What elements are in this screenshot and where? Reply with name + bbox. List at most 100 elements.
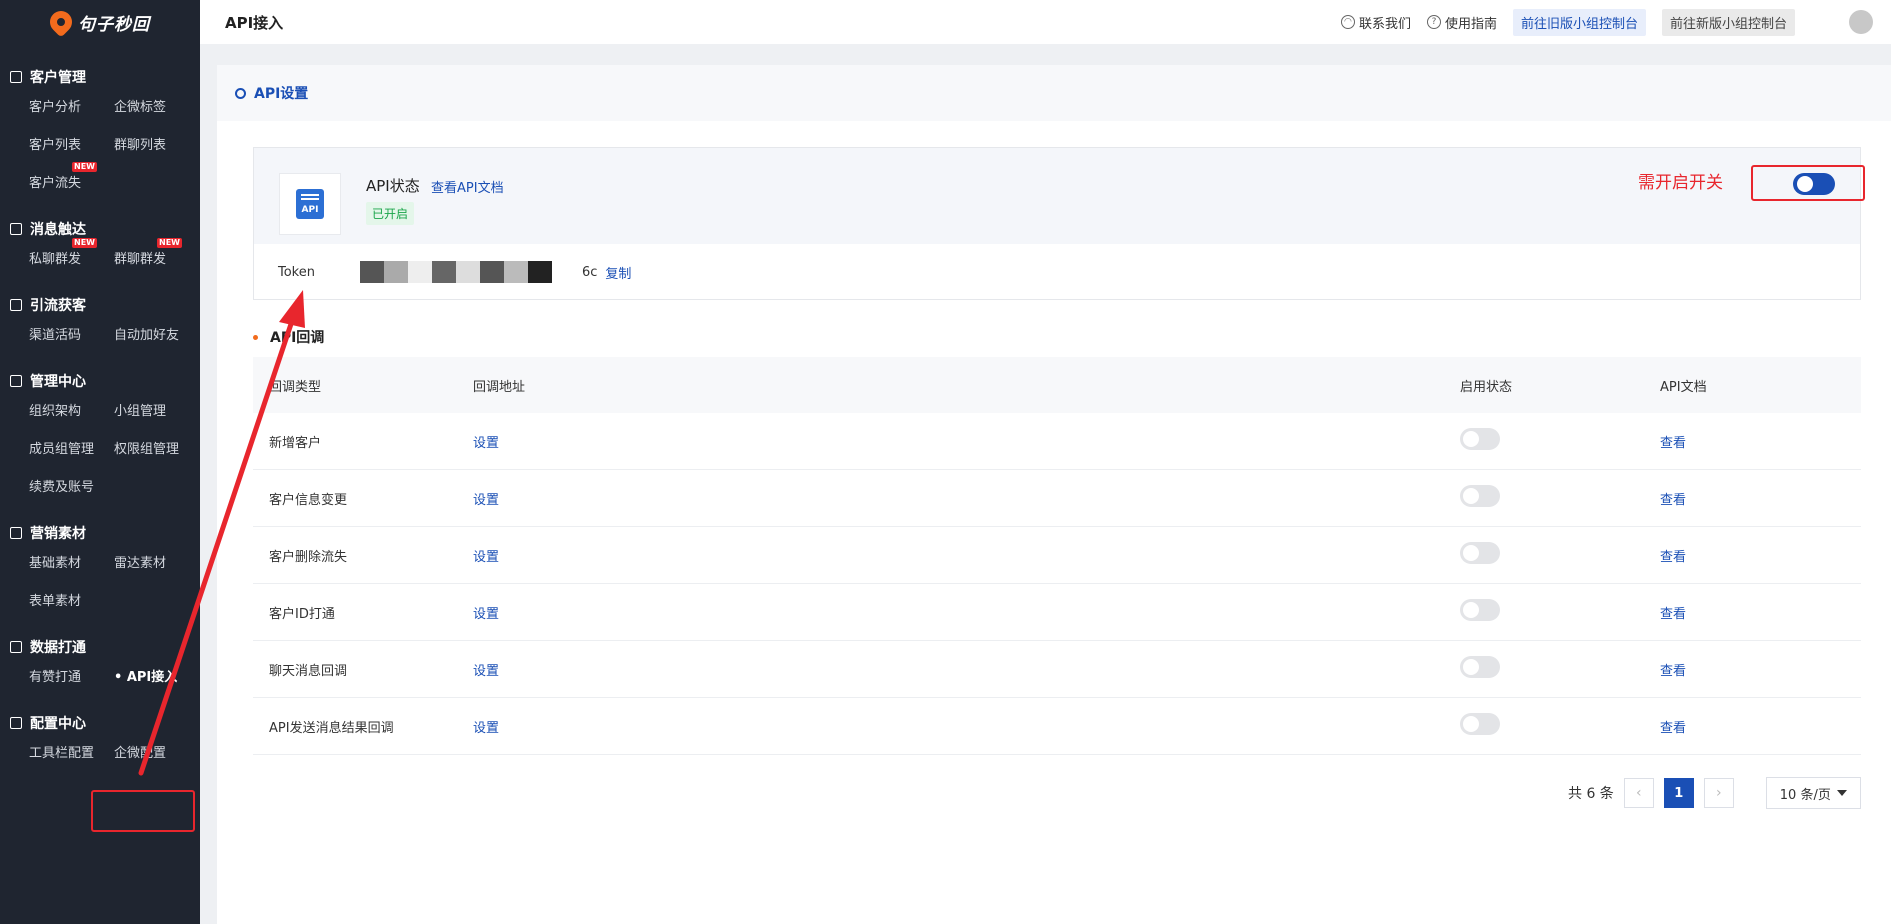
sidebar-item[interactable]: 基础素材 bbox=[29, 552, 114, 576]
callback-table: 回调类型 回调地址 启用状态 API文档 新增客户 设置 查看 客户信息变更 设置 查看客… bbox=[253, 357, 1861, 755]
view-doc-link[interactable]: 查看 bbox=[1660, 493, 1686, 508]
sidebar-item-label: 组织架构 bbox=[29, 404, 82, 419]
user-guide-label: 使用指南 bbox=[1444, 16, 1497, 32]
sidebar-item[interactable]: 自动加好友 bbox=[114, 324, 199, 348]
table-row: API发送消息结果回调 设置 查看 bbox=[253, 698, 1861, 755]
sidebar-item[interactable]: 客户列表 bbox=[29, 134, 114, 158]
api-document-icon: API bbox=[296, 189, 324, 219]
sidebar-group-title[interactable]: 管理中心 bbox=[0, 370, 200, 392]
table-row: 聊天消息回调 设置 查看 bbox=[253, 641, 1861, 698]
api-status-card: API API状态 查看API文档 已开启 需开启开关 Token 6c 复制 bbox=[253, 147, 1865, 300]
sidebar-group-title[interactable]: 数据打通 bbox=[0, 636, 200, 658]
sidebar-group-title[interactable]: 营销素材 bbox=[0, 522, 200, 544]
sidebar-items: 组织架构 小组管理 成员组管理 权限组管理 续费及账号 bbox=[0, 400, 200, 500]
view-doc-link[interactable]: 查看 bbox=[1660, 607, 1686, 622]
sidebar-item[interactable]: 表单素材 bbox=[29, 590, 114, 614]
sidebar-item[interactable]: 有赞打通 bbox=[29, 666, 114, 690]
api-status-panel: API API状态 查看API文档 已开启 需开启开关 bbox=[254, 148, 1865, 244]
sidebar-item[interactable]: 企微配置 bbox=[114, 742, 199, 766]
set-url-link[interactable]: 设置 bbox=[473, 436, 499, 451]
sidebar-group: 客户管理客户分析 企微标签 客户列表 群聊列表 客户流失 NEW bbox=[0, 66, 200, 196]
token-label: Token bbox=[278, 264, 315, 280]
sidebar-item[interactable]: 小组管理 bbox=[114, 400, 199, 424]
next-page-button[interactable]: › bbox=[1703, 778, 1734, 808]
callback-enable-toggle[interactable] bbox=[1460, 599, 1500, 621]
callback-enable-toggle[interactable] bbox=[1460, 542, 1500, 564]
callback-enable-toggle[interactable] bbox=[1460, 656, 1500, 678]
sidebar-item[interactable]: • API接入 bbox=[114, 666, 199, 690]
api-settings-title: API设置 bbox=[254, 86, 309, 102]
sidebar-item-label: 表单素材 bbox=[29, 594, 82, 609]
avatar[interactable] bbox=[1849, 10, 1873, 34]
col-header-doc: API文档 bbox=[1660, 379, 1707, 395]
sidebar-group-title[interactable]: 配置中心 bbox=[0, 712, 200, 734]
pagination: 共 6 条 ‹ 1 › 10 条/页 bbox=[1568, 777, 1861, 809]
view-api-doc-link[interactable]: 查看API文档 bbox=[431, 177, 504, 196]
sidebar-group-title[interactable]: 消息触达 bbox=[0, 218, 200, 240]
view-doc-link[interactable]: 查看 bbox=[1660, 721, 1686, 736]
sidebar-items: 工具栏配置 企微配置 bbox=[0, 742, 200, 766]
sidebar-item[interactable]: 工具栏配置 bbox=[29, 742, 114, 766]
api-status-toggle[interactable] bbox=[1793, 173, 1835, 195]
page-size-value: 10 条/页 bbox=[1779, 787, 1831, 803]
set-url-link[interactable]: 设置 bbox=[473, 721, 499, 736]
sidebar-item[interactable]: 群聊列表 bbox=[114, 134, 199, 158]
sidebar-item[interactable]: 客户分析 bbox=[29, 96, 114, 120]
sidebar-item[interactable]: 渠道活码 bbox=[29, 324, 114, 348]
sidebar-group-label: 配置中心 bbox=[30, 716, 86, 732]
view-doc-link[interactable]: 查看 bbox=[1660, 664, 1686, 679]
sidebar-group-title[interactable]: 客户管理 bbox=[0, 66, 200, 88]
callback-table-header: 回调类型 回调地址 启用状态 API文档 bbox=[253, 357, 1861, 413]
sidebar-item[interactable]: 续费及账号 bbox=[29, 476, 114, 500]
group-icon bbox=[10, 641, 22, 653]
current-page-button[interactable]: 1 bbox=[1663, 778, 1694, 808]
group-icon bbox=[10, 717, 22, 729]
copy-token-link[interactable]: 复制 bbox=[605, 263, 631, 282]
group-icon bbox=[10, 223, 22, 235]
headset-icon: ◠ bbox=[1340, 15, 1355, 29]
table-row: 客户ID打通 设置 查看 bbox=[253, 584, 1861, 641]
table-row: 客户信息变更 设置 查看 bbox=[253, 470, 1861, 527]
app-logo[interactable]: 句子秒回 bbox=[0, 0, 200, 44]
set-url-link[interactable]: 设置 bbox=[473, 550, 499, 565]
old-console-button[interactable]: 前往旧版小组控制台 bbox=[1512, 8, 1646, 36]
sidebar-items: 私聊群发 NEW 群聊群发 NEW bbox=[0, 238, 200, 272]
sidebar-item[interactable]: 私聊群发 NEW bbox=[29, 238, 114, 272]
top-bar: API接入 ◠ 联系我们 ? 使用指南 前往旧版小组控制台 前往新版小组控制台 bbox=[200, 0, 1891, 44]
view-doc-link[interactable]: 查看 bbox=[1660, 550, 1686, 565]
annotation-highlight-box bbox=[1751, 165, 1865, 201]
sidebar-item[interactable]: 企微标签 bbox=[114, 96, 199, 120]
token-row: Token 6c 复制 bbox=[254, 244, 1860, 300]
sidebar-item-label: 渠道活码 bbox=[29, 328, 82, 343]
sidebar-group: 消息触达 私聊群发 NEW 群聊群发 NEW bbox=[0, 218, 200, 272]
view-doc-link[interactable]: 查看 bbox=[1660, 436, 1686, 451]
contact-us-label: 联系我们 bbox=[1358, 16, 1411, 32]
api-callback-title-text: API回调 bbox=[270, 330, 325, 346]
set-url-link[interactable]: 设置 bbox=[473, 607, 499, 622]
callback-enable-toggle[interactable] bbox=[1460, 428, 1500, 450]
set-url-link[interactable]: 设置 bbox=[473, 493, 499, 508]
sidebar-item[interactable]: 客户流失 NEW bbox=[29, 162, 114, 196]
contact-us-link[interactable]: ◠ 联系我们 bbox=[1340, 13, 1411, 32]
sidebar-item-label: 自动加好友 bbox=[114, 328, 180, 343]
user-guide-link[interactable]: ? 使用指南 bbox=[1426, 13, 1497, 32]
callback-enable-toggle[interactable] bbox=[1460, 485, 1500, 507]
sidebar-group-title[interactable]: 引流获客 bbox=[0, 294, 200, 316]
sidebar-item[interactable]: 组织架构 bbox=[29, 400, 114, 424]
new-console-button[interactable]: 前往新版小组控制台 bbox=[1661, 8, 1795, 36]
group-icon bbox=[10, 375, 22, 387]
sidebar-group: 数据打通有赞打通 • API接入 bbox=[0, 636, 200, 690]
callback-enable-toggle[interactable] bbox=[1460, 713, 1500, 735]
sidebar-item-label: 有赞打通 bbox=[29, 670, 82, 685]
sidebar-item-label: • API接入 bbox=[114, 670, 178, 685]
page-size-select[interactable]: 10 条/页 bbox=[1765, 777, 1861, 809]
sidebar-item[interactable]: 群聊群发 NEW bbox=[114, 238, 199, 272]
sidebar-item[interactable]: 权限组管理 bbox=[114, 438, 199, 462]
sidebar-item[interactable]: 雷达素材 bbox=[114, 552, 199, 576]
api-status-label: API状态 bbox=[366, 177, 420, 195]
set-url-link[interactable]: 设置 bbox=[473, 664, 499, 679]
prev-page-button[interactable]: ‹ bbox=[1623, 778, 1654, 808]
sidebar-item[interactable]: 成员组管理 bbox=[29, 438, 114, 462]
sidebar-item-label: 私聊群发 bbox=[29, 252, 82, 267]
sidebar-item-label: 群聊群发 bbox=[114, 252, 167, 267]
